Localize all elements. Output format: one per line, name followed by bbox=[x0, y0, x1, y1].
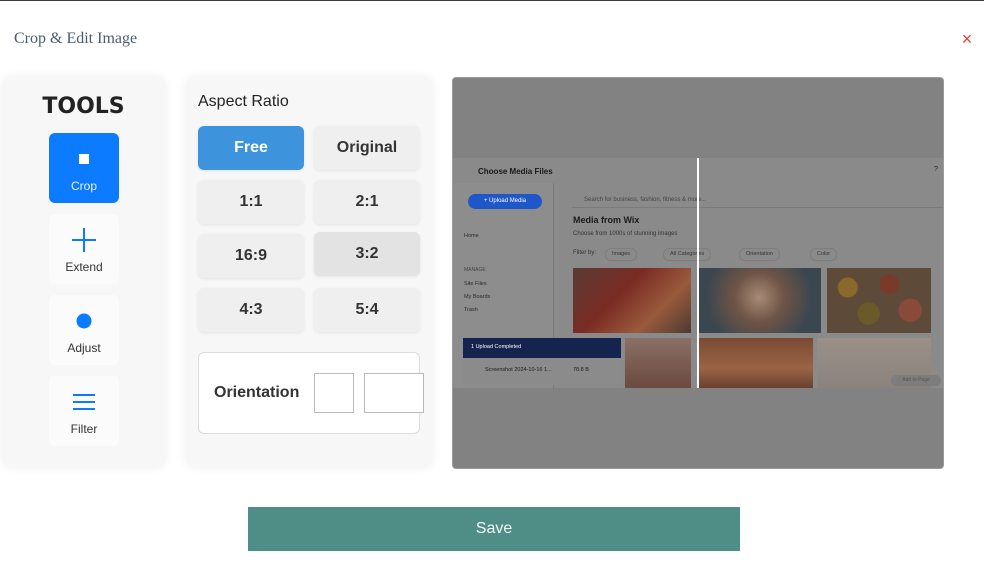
tools-panel: TOOLS Crop Extend Adjust Filter bbox=[2, 77, 165, 467]
plus-icon bbox=[49, 226, 119, 254]
square-icon bbox=[49, 145, 119, 173]
aspect-ratio-panel: Aspect Ratio Free Original 1:1 2:1 16:9 … bbox=[186, 77, 432, 467]
ratio-2-1-button[interactable]: 2:1 bbox=[314, 180, 420, 224]
ratio-original-button[interactable]: Original bbox=[314, 126, 420, 170]
aspect-ratio-title: Aspect Ratio bbox=[198, 93, 289, 110]
tool-label: Filter bbox=[70, 422, 98, 436]
preview-nav-item: My Boards bbox=[464, 294, 491, 300]
preview-dialog-header: Choose Media Files ? × bbox=[466, 163, 943, 181]
preview-file-row: Screenshot 2024-10-16 1... 78.8 B bbox=[463, 358, 621, 385]
crop-guide-line[interactable] bbox=[697, 158, 699, 388]
preview-filter-pill: Color bbox=[810, 248, 838, 261]
modal-title: Crop & Edit Image bbox=[14, 30, 138, 47]
orientation-landscape-toggle[interactable] bbox=[364, 373, 424, 413]
menu-lines-icon bbox=[49, 388, 119, 416]
preview-nav-item: Home bbox=[464, 233, 479, 239]
preview-add-button: Add to Page bbox=[891, 375, 941, 386]
preview-nav-item: Trash bbox=[464, 307, 478, 313]
preview-photo bbox=[697, 338, 813, 388]
preview-file-size: 78.8 B bbox=[573, 367, 589, 373]
tool-extend-button[interactable]: Extend bbox=[49, 214, 119, 284]
preview-nav-item: Site Files bbox=[464, 281, 487, 287]
top-border bbox=[0, 0, 984, 1]
preview-dialog-title: Choose Media Files bbox=[478, 167, 553, 176]
circle-icon bbox=[49, 307, 119, 335]
ratio-16-9-button[interactable]: 16:9 bbox=[198, 234, 304, 278]
preview-nav-item: MANAGE bbox=[464, 267, 486, 273]
ratio-3-2-button[interactable]: 3:2 bbox=[314, 232, 420, 276]
preview-filter-pill: Images bbox=[605, 248, 638, 261]
preview-heading: Media from Wix bbox=[573, 215, 640, 225]
preview-filter-pill: Orientation bbox=[739, 248, 780, 261]
preview-search: Search for business, fashion, fitness & … bbox=[572, 194, 943, 208]
preview-filter-pill: All Categories bbox=[663, 248, 712, 261]
orientation-box: Orientation bbox=[198, 352, 424, 434]
tool-label: Crop bbox=[70, 179, 97, 193]
preview-photo bbox=[625, 338, 691, 388]
preview-photo bbox=[827, 268, 931, 333]
preview-subheading: Choose from 1000s of stunning images bbox=[573, 231, 678, 237]
orientation-portrait-toggle[interactable] bbox=[314, 373, 354, 413]
preview-upload-button: + Upload Media bbox=[468, 194, 542, 209]
orientation-label: Orientation bbox=[214, 384, 300, 401]
tool-label: Extend bbox=[65, 260, 103, 274]
close-icon[interactable]: × bbox=[958, 30, 976, 48]
preview-toast-text: 1 Upload Completed bbox=[471, 344, 522, 350]
preview-photo bbox=[697, 268, 821, 333]
help-icon: ? bbox=[934, 166, 938, 173]
ratio-1-1-button[interactable]: 1:1 bbox=[198, 180, 304, 224]
image-preview[interactable]: Choose Media Files ? × + Upload Media Ho… bbox=[452, 77, 944, 469]
tools-title: TOOLS bbox=[42, 94, 125, 119]
tool-filter-button[interactable]: Filter bbox=[49, 376, 119, 446]
tool-adjust-button[interactable]: Adjust bbox=[49, 295, 119, 365]
ratio-5-4-button[interactable]: 5:4 bbox=[314, 288, 420, 332]
preview-file-name: Screenshot 2024-10-16 1... bbox=[485, 367, 552, 373]
save-button[interactable]: Save bbox=[248, 507, 740, 551]
preview-filter-label: Filter by: bbox=[573, 250, 597, 256]
preview-photo bbox=[573, 268, 691, 333]
ratio-free-button[interactable]: Free bbox=[198, 126, 304, 170]
ratio-4-3-button[interactable]: 4:3 bbox=[198, 288, 304, 332]
preview-upload-toast: 1 Upload Completed bbox=[463, 338, 621, 358]
tool-label: Adjust bbox=[67, 341, 101, 355]
tool-crop-button[interactable]: Crop bbox=[49, 133, 119, 203]
